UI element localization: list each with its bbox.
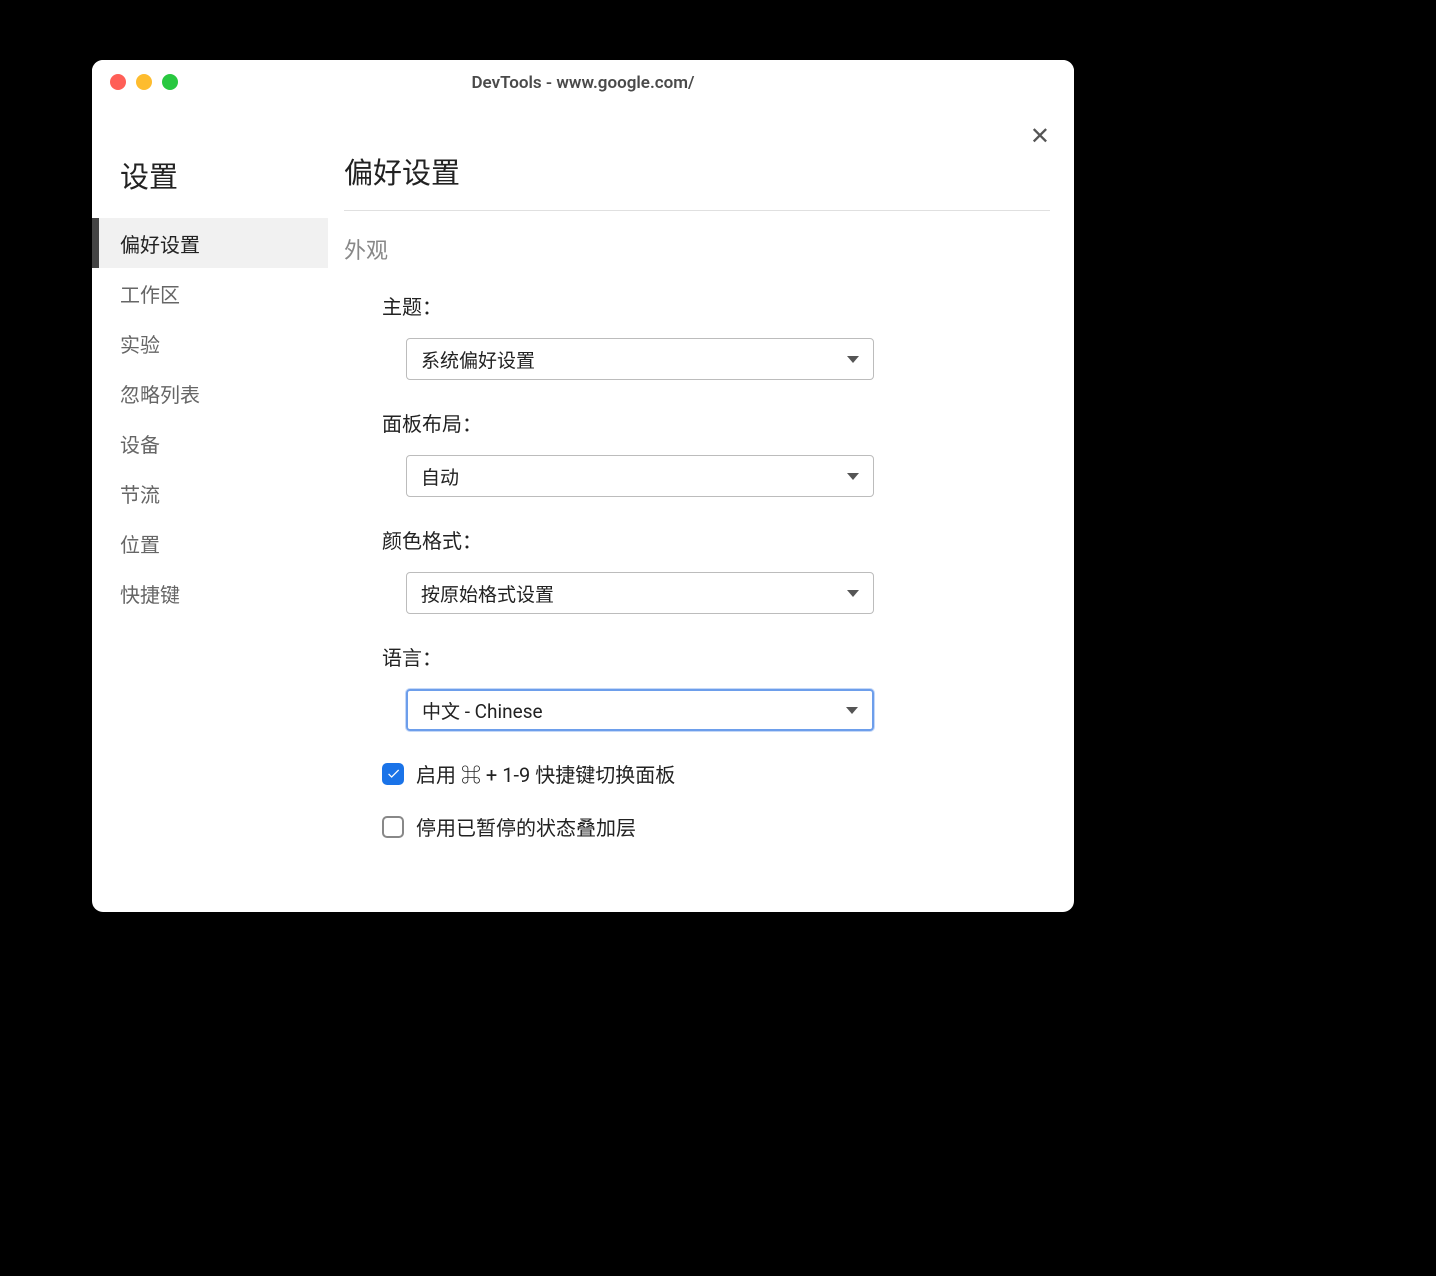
form-area: 主题： 系统偏好设置 面板布局： 自动 颜色格式： bbox=[344, 291, 1050, 841]
theme-label: 主题： bbox=[382, 291, 1050, 320]
sidebar-item-experiments[interactable]: 实验 bbox=[92, 318, 328, 368]
titlebar: DevTools - www.google.com/ bbox=[92, 60, 1074, 106]
sidebar: 设置 偏好设置 工作区 实验 忽略列表 设备 节流 位置 快捷 bbox=[92, 106, 328, 912]
sidebar-item-label: 节流 bbox=[120, 479, 160, 508]
color-format-select-value: 按原始格式设置 bbox=[421, 580, 554, 607]
window-close-button[interactable] bbox=[110, 74, 126, 90]
window-title: DevTools - www.google.com/ bbox=[92, 73, 1074, 93]
sidebar-item-ignore-list[interactable]: 忽略列表 bbox=[92, 368, 328, 418]
sidebar-item-workspace[interactable]: 工作区 bbox=[92, 268, 328, 318]
disable-overlay-checkbox[interactable] bbox=[382, 816, 404, 838]
theme-select[interactable]: 系统偏好设置 bbox=[406, 338, 874, 380]
sidebar-item-label: 快捷键 bbox=[120, 579, 180, 608]
sidebar-title: 设置 bbox=[92, 154, 328, 196]
check-icon bbox=[386, 766, 401, 781]
sidebar-item-preferences[interactable]: 偏好设置 bbox=[92, 218, 328, 268]
window-minimize-button[interactable] bbox=[136, 74, 152, 90]
enable-shortcut-label: 启用 ⌘ + 1-9 快捷键切换面板 bbox=[416, 759, 675, 788]
language-select[interactable]: 中文 - Chinese bbox=[406, 689, 874, 731]
sidebar-item-label: 实验 bbox=[120, 329, 160, 358]
sidebar-item-label: 忽略列表 bbox=[120, 379, 200, 408]
caret-down-icon bbox=[847, 356, 859, 363]
panel-layout-select-value: 自动 bbox=[421, 463, 459, 490]
page-title: 偏好设置 bbox=[344, 150, 1050, 211]
sidebar-item-label: 工作区 bbox=[120, 279, 180, 308]
sidebar-item-locations[interactable]: 位置 bbox=[92, 518, 328, 568]
sidebar-item-label: 位置 bbox=[120, 529, 160, 558]
caret-down-icon bbox=[847, 590, 859, 597]
window-maximize-button[interactable] bbox=[162, 74, 178, 90]
disable-overlay-label: 停用已暂停的状态叠加层 bbox=[416, 812, 636, 841]
main-panel: 偏好设置 外观 主题： 系统偏好设置 面板布局： 自动 颜 bbox=[328, 106, 1074, 912]
sidebar-item-shortcuts[interactable]: 快捷键 bbox=[92, 568, 328, 618]
enable-shortcut-checkbox[interactable] bbox=[382, 763, 404, 785]
color-format-label: 颜色格式： bbox=[382, 525, 1050, 554]
section-appearance: 外观 bbox=[344, 233, 1050, 265]
enable-shortcut-row: 启用 ⌘ + 1-9 快捷键切换面板 bbox=[382, 759, 1050, 788]
sidebar-item-label: 偏好设置 bbox=[120, 229, 200, 258]
caret-down-icon bbox=[846, 707, 858, 714]
language-select-value: 中文 - Chinese bbox=[422, 697, 543, 724]
theme-select-value: 系统偏好设置 bbox=[421, 346, 535, 373]
color-format-select[interactable]: 按原始格式设置 bbox=[406, 572, 874, 614]
devtools-window: DevTools - www.google.com/ ✕ 设置 偏好设置 工作区… bbox=[92, 60, 1074, 912]
close-icon[interactable]: ✕ bbox=[1030, 124, 1050, 148]
sidebar-item-throttling[interactable]: 节流 bbox=[92, 468, 328, 518]
sidebar-item-label: 设备 bbox=[120, 429, 160, 458]
traffic-lights bbox=[110, 74, 178, 90]
sidebar-item-devices[interactable]: 设备 bbox=[92, 418, 328, 468]
panel-layout-select[interactable]: 自动 bbox=[406, 455, 874, 497]
language-label: 语言： bbox=[382, 642, 1050, 671]
panel-layout-label: 面板布局： bbox=[382, 408, 1050, 437]
content-area: ✕ 设置 偏好设置 工作区 实验 忽略列表 设备 节流 位置 bbox=[92, 106, 1074, 912]
caret-down-icon bbox=[847, 473, 859, 480]
disable-overlay-row: 停用已暂停的状态叠加层 bbox=[382, 812, 1050, 841]
